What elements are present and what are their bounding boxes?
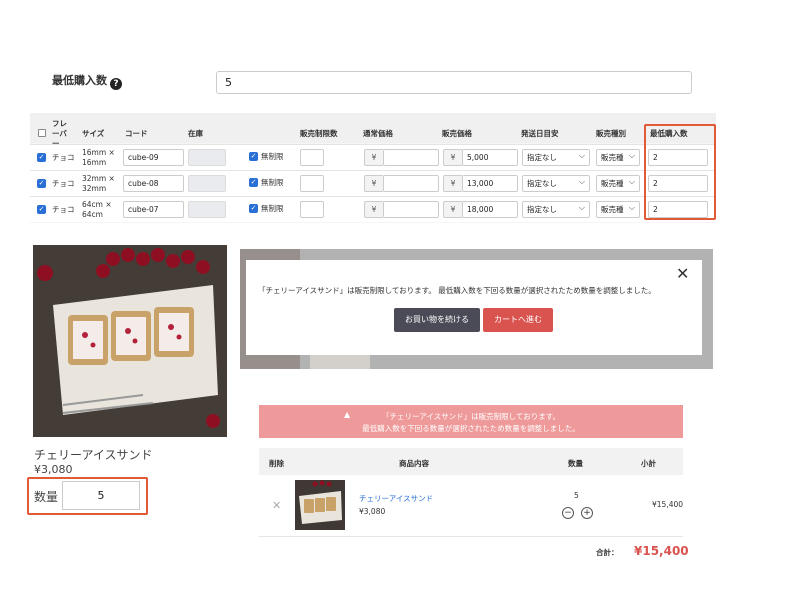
- qty-increase-button[interactable]: +: [581, 507, 593, 519]
- sales-limit-input[interactable]: [300, 201, 324, 218]
- ship-date-select[interactable]: 指定なし: [522, 149, 590, 166]
- variants-table-header: フレーバー サイズ コード 在庫 販売制限数 通常価格 販売価格 発送日目安 販…: [30, 113, 716, 148]
- cart-header-qty: 数量: [568, 459, 583, 468]
- yen-prefix: ¥: [364, 201, 383, 218]
- min-purchase-label: 最低購入数?: [52, 72, 122, 90]
- header-stock: 在庫: [188, 129, 203, 138]
- product-price: ¥3,080: [34, 463, 73, 476]
- ship-date-select[interactable]: 指定なし: [522, 175, 590, 192]
- modal-message: 「チェリーアイスサンド」は販売制限しております。 最低購入数を下回る数量が選択さ…: [258, 286, 656, 295]
- sales-limit-input[interactable]: [300, 175, 324, 192]
- cart-item-price: ¥3,080: [359, 507, 386, 516]
- row-size: 32mm × 32mm: [82, 174, 115, 193]
- yen-prefix: ¥: [364, 175, 383, 192]
- sale-price-input[interactable]: 5,000: [462, 149, 518, 166]
- header-sales-limit: 販売制限数: [300, 129, 338, 138]
- header-code: コード: [125, 129, 148, 138]
- header-sale-type: 販売種別: [596, 129, 626, 138]
- row-checkbox[interactable]: ✓: [37, 153, 46, 162]
- unlimited-checkbox[interactable]: ✓: [249, 152, 258, 161]
- product-image: [33, 245, 227, 437]
- close-icon[interactable]: ✕: [676, 266, 689, 282]
- delete-item-icon[interactable]: ✕: [272, 499, 281, 512]
- cart-header-product: 商品内容: [399, 459, 429, 468]
- header-ship-date: 発送日目安: [521, 129, 559, 138]
- header-sale-price: 販売価格: [442, 129, 472, 138]
- alert-line-1: 「チェリーアイスサンド」は販売制限しております。: [382, 412, 560, 421]
- warning-icon: ▲: [344, 410, 351, 419]
- yen-prefix: ¥: [443, 149, 462, 166]
- product-name: チェリーアイスサンド: [34, 448, 153, 462]
- qty-label: 数量: [34, 490, 59, 504]
- qty-decrease-button[interactable]: −: [562, 507, 574, 519]
- sale-price-input[interactable]: 13,000: [462, 175, 518, 192]
- min-purchase-input[interactable]: 5: [216, 71, 692, 94]
- yen-prefix: ¥: [364, 149, 383, 166]
- select-all-checkbox[interactable]: [38, 129, 46, 137]
- go-to-cart-button[interactable]: カートへ進む: [483, 308, 553, 332]
- variant-row: ✓ チョコ 16mm × 16mm cube-09 ✓ 無制限 ¥ ¥ 5,00…: [30, 144, 716, 170]
- help-icon[interactable]: ?: [110, 78, 122, 90]
- cart-table-header: 削除 商品内容 数量 小計: [259, 448, 683, 475]
- sale-price-input[interactable]: 18,000: [462, 201, 518, 218]
- regular-price-input[interactable]: [383, 201, 439, 218]
- cart-header-delete: 削除: [269, 459, 284, 468]
- cart-item-subtotal: ¥15,400: [652, 500, 684, 509]
- row-checkbox[interactable]: ✓: [37, 205, 46, 214]
- sale-type-select[interactable]: 販売種: [596, 149, 640, 166]
- stock-input[interactable]: [188, 149, 226, 166]
- ship-date-select[interactable]: 指定なし: [522, 201, 590, 218]
- cart-item-qty: 5: [574, 491, 579, 500]
- cart-total-value: ¥15,400: [634, 544, 689, 558]
- cart-divider: [259, 536, 683, 537]
- stock-input[interactable]: [188, 175, 226, 192]
- cart-item-thumbnail: [295, 480, 345, 530]
- row-flavor: チョコ: [52, 153, 75, 162]
- variant-row: ✓ チョコ 64cm × 64cm cube-07 ✓ 無制限 ¥ ¥ 18,0…: [30, 196, 716, 222]
- qty-input[interactable]: 5: [62, 481, 140, 510]
- row-size: 16mm × 16mm: [82, 148, 115, 167]
- yen-prefix: ¥: [443, 201, 462, 218]
- yen-prefix: ¥: [443, 175, 462, 192]
- row-flavor: チョコ: [52, 179, 75, 188]
- header-size: サイズ: [82, 129, 105, 138]
- unlimited-checkbox[interactable]: ✓: [249, 178, 258, 187]
- row-size: 64cm × 64cm: [82, 200, 112, 219]
- row-flavor: チョコ: [52, 205, 75, 214]
- min-qty-highlight: [644, 124, 716, 220]
- unlimited-checkbox[interactable]: ✓: [249, 204, 258, 213]
- unlimited-label: 無制限: [261, 178, 284, 187]
- variants-table: フレーバー サイズ コード 在庫 販売制限数 通常価格 販売価格 発送日目安 販…: [30, 113, 716, 223]
- cart-header-subtotal: 小計: [641, 459, 656, 468]
- continue-shopping-button[interactable]: お買い物を続ける: [394, 308, 480, 332]
- variant-row: ✓ チョコ 32mm × 32mm cube-08 ✓ 無制限 ¥ ¥ 13,0…: [30, 170, 716, 196]
- sales-limit-input[interactable]: [300, 149, 324, 166]
- sale-type-select[interactable]: 販売種: [596, 201, 640, 218]
- cart-total-label: 合計：: [596, 548, 619, 557]
- code-input[interactable]: cube-07: [123, 201, 184, 218]
- header-regular-price: 通常価格: [363, 129, 393, 138]
- cart-item-name[interactable]: チェリーアイスサンド: [359, 493, 433, 504]
- limit-alert: 「チェリーアイスサンド」は販売制限しております。 最低購入数を下回る数量が選択さ…: [259, 405, 683, 438]
- code-input[interactable]: cube-08: [123, 175, 184, 192]
- alert-line-2: 最低購入数を下回る数量が選択されたため数量を調整しました。: [362, 424, 580, 433]
- unlimited-label: 無制限: [261, 204, 284, 213]
- row-checkbox[interactable]: ✓: [37, 179, 46, 188]
- regular-price-input[interactable]: [383, 149, 439, 166]
- regular-price-input[interactable]: [383, 175, 439, 192]
- code-input[interactable]: cube-09: [123, 149, 184, 166]
- stock-input[interactable]: [188, 201, 226, 218]
- sale-type-select[interactable]: 販売種: [596, 175, 640, 192]
- unlimited-label: 無制限: [261, 152, 284, 161]
